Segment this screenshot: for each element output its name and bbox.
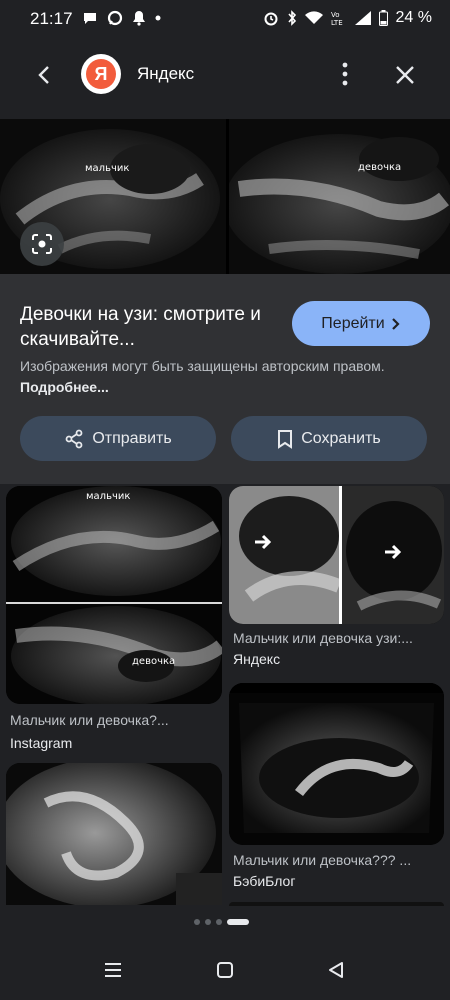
save-button[interactable]: Сохранить [231,416,427,461]
bell-icon [133,11,145,26]
related-source-3[interactable]: БэбиБлог [233,873,295,889]
more-vert-icon[interactable] [334,60,356,88]
page-dot-active [227,919,249,925]
recent-apps-icon[interactable] [104,962,122,978]
related-title-1[interactable]: Мальчик или девочка?... [10,712,220,728]
share-button[interactable]: Отправить [20,416,216,461]
battery-icon [378,10,388,26]
status-time: 21:17 [30,9,73,28]
header [0,40,450,106]
share-icon [65,429,83,448]
signal-icon [354,11,371,25]
alarm-icon [264,12,278,26]
save-button-label: Сохранить [301,429,381,447]
battery-percent: 24 % [395,9,432,26]
back-arrow-icon[interactable] [32,62,58,88]
ultrasound-thumbnail-1 [6,486,222,704]
wifi-icon [304,11,323,24]
hero-label-boy: мальчик [85,163,130,174]
ultrasound-image-girl [229,119,450,274]
app-title[interactable]: Яндекс [137,64,194,84]
page-dot [216,919,222,925]
chevron-right-icon [391,317,400,330]
thumbnail-label-boy: мальчик [86,491,131,502]
pagination-dots [194,919,249,925]
status-system-icons: Vo LTE 24 % [263,9,432,27]
hero-image[interactable]: мальчик девочка [0,119,450,274]
go-button[interactable]: Перейти [292,301,430,346]
related-image-1[interactable]: мальчик девочка [6,486,222,704]
ultrasound-thumbnail-4 [6,763,222,905]
ultrasound-thumbnail-3 [229,683,444,845]
home-icon[interactable] [216,961,234,979]
related-title-3[interactable]: Мальчик или девочка??? ... [233,852,443,868]
related-source-2[interactable]: Яндекс [233,651,280,667]
page-dot [194,919,200,925]
bluetooth-icon [287,10,296,26]
hero-label-girl: девочка [358,162,402,173]
ultrasound-thumbnail-2 [229,486,444,624]
messenger-icon [107,10,123,26]
page-dot [205,919,211,925]
svg-text:Vo: Vo [331,11,340,19]
yandex-logo-icon: Я [86,59,116,89]
svg-text:LTE: LTE [331,19,343,26]
bookmark-icon [278,429,293,449]
related-image-2[interactable] [229,486,444,624]
app-logo: Я [81,54,121,94]
related-image-5[interactable] [229,902,444,906]
back-nav-icon[interactable] [328,961,344,979]
copyright-notice: Изображения могут быть защищены авторски… [20,356,400,398]
result-title[interactable]: Девочки на узи: смотрите и скачивайте... [20,302,280,352]
related-image-4[interactable] [6,763,222,905]
chat-bubble-icon [84,13,96,24]
status-notification-icons [82,10,161,26]
close-icon[interactable] [392,62,418,88]
related-title-2[interactable]: Мальчик или девочка узи:... [233,630,443,646]
go-button-label: Перейти [321,314,385,332]
copyright-text: Изображения могут быть защищены авторски… [20,358,385,374]
share-button-label: Отправить [92,429,172,447]
volte-icon: VoLTE [331,11,343,26]
lens-icon [32,234,52,254]
thumbnail-label-girl: девочка [132,656,176,667]
learn-more-link[interactable]: Подробнее... [20,379,109,395]
related-source-1[interactable]: Instagram [10,735,72,751]
dot-icon [155,15,161,21]
lens-button[interactable] [20,222,64,266]
related-image-3[interactable] [229,683,444,845]
